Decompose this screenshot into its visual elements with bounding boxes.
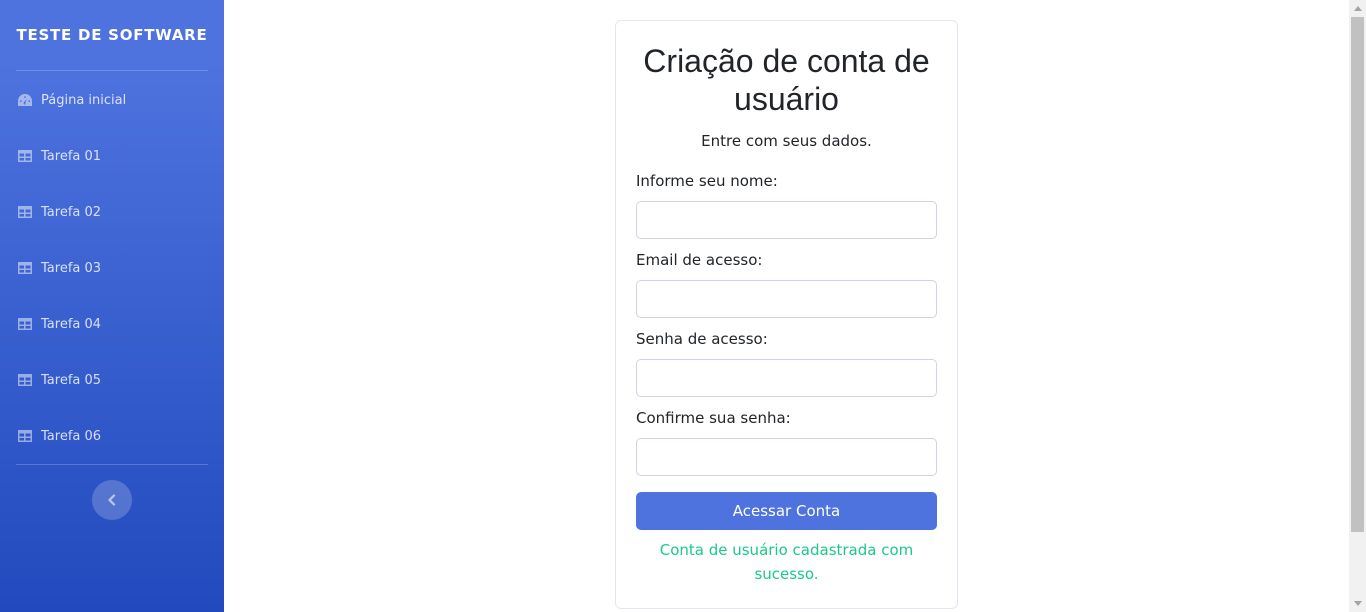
scroll-up-arrow-icon[interactable]	[1349, 0, 1366, 17]
sidebar-item-tarefa-01[interactable]: Tarefa 01	[0, 128, 224, 184]
dashboard-icon	[17, 92, 33, 108]
sidebar-item-label: Tarefa 05	[41, 372, 102, 388]
page-scrollbar[interactable]	[1349, 0, 1366, 612]
sidebar-item-home[interactable]: Página inicial	[0, 72, 224, 128]
sidebar-item-label: Página inicial	[41, 92, 127, 108]
table-icon	[17, 316, 33, 332]
email-label: Email de acesso:	[636, 251, 763, 269]
sidebar-item-tarefa-05[interactable]: Tarefa 05	[0, 352, 224, 408]
sidebar-item-label: Tarefa 03	[41, 260, 102, 276]
table-icon	[17, 204, 33, 220]
sidebar-item-tarefa-03[interactable]: Tarefa 03	[0, 240, 224, 296]
table-icon	[17, 372, 33, 388]
chevron-left-icon	[108, 494, 116, 506]
signup-card: Criação de conta de usuário Entre com se…	[615, 20, 958, 609]
sidebar-item-label: Tarefa 04	[41, 316, 102, 332]
table-icon	[17, 428, 33, 444]
sidebar: TESTE DE SOFTWARE Página inicial Tarefa …	[0, 0, 224, 612]
sidebar-toggle-button[interactable]	[92, 480, 132, 520]
scroll-down-arrow-icon[interactable]	[1349, 595, 1366, 612]
sidebar-item-label: Tarefa 01	[41, 148, 102, 164]
page-title: Criação de conta de usuário	[643, 43, 930, 117]
name-label: Informe seu nome:	[636, 172, 778, 190]
submit-button[interactable]: Acessar Conta	[636, 492, 937, 530]
sidebar-item-tarefa-04[interactable]: Tarefa 04	[0, 296, 224, 352]
password-label: Senha de acesso:	[636, 330, 768, 348]
email-input[interactable]	[636, 280, 937, 318]
sidebar-divider	[16, 70, 208, 71]
success-message: Conta de usuário cadastrada com sucesso.	[659, 541, 914, 583]
sidebar-toggle-wrap	[0, 465, 224, 520]
scrollbar-thumb[interactable]	[1351, 17, 1364, 532]
name-input[interactable]	[636, 201, 937, 239]
sidebar-item-tarefa-06[interactable]: Tarefa 06	[0, 408, 224, 464]
table-icon	[17, 148, 33, 164]
sidebar-item-label: Tarefa 02	[41, 204, 102, 220]
sidebar-nav-home: Página inicial	[0, 72, 224, 128]
sidebar-item-label: Tarefa 06	[41, 428, 102, 444]
sidebar-nav-tasks: Tarefa 01 Tarefa 02 Tarefa 03 Tarefa 04 …	[0, 128, 224, 464]
sidebar-item-tarefa-02[interactable]: Tarefa 02	[0, 184, 224, 240]
table-icon	[17, 260, 33, 276]
page-subtitle: Entre com seus dados.	[701, 132, 872, 150]
sidebar-brand[interactable]: TESTE DE SOFTWARE	[0, 0, 224, 70]
password-input[interactable]	[636, 359, 937, 397]
confirm-password-label: Confirme sua senha:	[636, 409, 791, 427]
confirm-password-input[interactable]	[636, 438, 937, 476]
